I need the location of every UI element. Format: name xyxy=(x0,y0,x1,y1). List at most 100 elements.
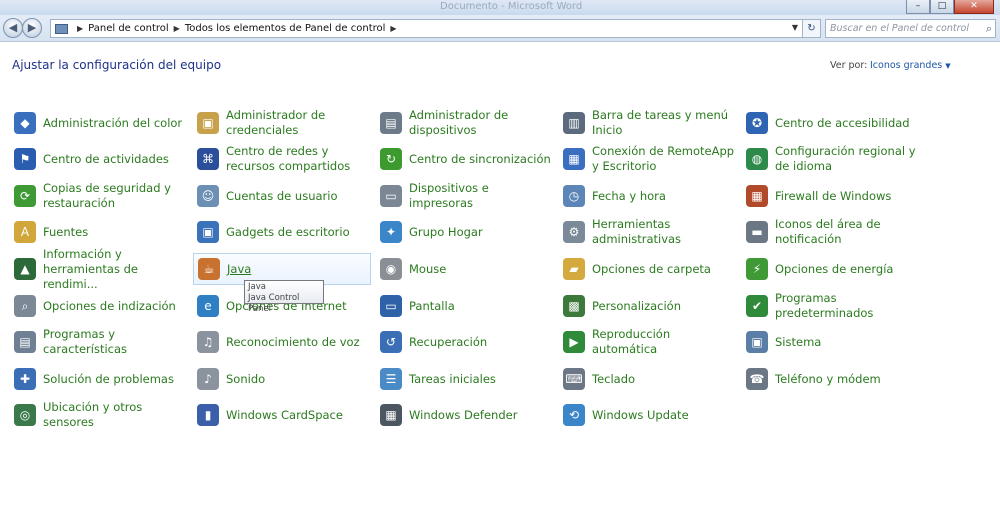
control-panel-item-label: Windows Update xyxy=(592,407,689,422)
control-panel-item-label: Sistema xyxy=(775,334,822,349)
control-panel-item-label: Windows CardSpace xyxy=(226,407,343,422)
breadcrumb-chevron-icon[interactable]: ▶ xyxy=(390,24,396,33)
windows-update-icon: ⟲ xyxy=(563,404,585,426)
cardspace-icon: ▮ xyxy=(197,404,219,426)
clock-icon: ◷ xyxy=(563,185,585,207)
control-panel-item[interactable]: ▦ Conexión de RemoteApp y Escritorio xyxy=(559,143,737,175)
control-panel-icon xyxy=(55,23,68,34)
recovery-icon: ↺ xyxy=(380,331,402,353)
control-panel-item-label: Centro de sincronización xyxy=(409,151,551,166)
notification-area-icon: ▬ xyxy=(746,221,768,243)
control-panel-item[interactable]: ⌨ Teclado xyxy=(559,363,737,395)
color-management-icon: ◆ xyxy=(14,112,36,134)
network-icon: ⌘ xyxy=(197,148,219,170)
control-panel-item[interactable]: ▮ Windows CardSpace xyxy=(193,399,371,431)
java-icon: ☕ xyxy=(198,258,220,280)
control-panel-item[interactable]: A Fuentes xyxy=(10,216,188,248)
control-panel-item[interactable]: ✚ Solución de problemas xyxy=(10,363,188,395)
back-button[interactable]: ◀ xyxy=(3,18,23,38)
control-panel-item[interactable]: ▥ Barra de tareas y menú Inicio xyxy=(559,107,737,139)
control-panel-item[interactable]: ▰ Opciones de carpeta xyxy=(559,253,737,285)
action-center-icon: ⚑ xyxy=(14,148,36,170)
control-panel-item[interactable]: ▲ Información y herramientas de rendimi..… xyxy=(10,247,188,291)
close-button[interactable]: ✕ xyxy=(954,0,994,14)
control-panel-item-label: Administración del color xyxy=(43,115,183,130)
performance-icon: ▲ xyxy=(14,258,36,280)
folder-options-icon: ▰ xyxy=(563,258,585,280)
breadcrumb-chevron-icon[interactable]: ▶ xyxy=(77,24,83,33)
control-panel-item[interactable]: ✔ Programas predeterminados xyxy=(742,290,920,322)
control-panel-item[interactable]: ♪ Sonido xyxy=(193,363,371,395)
control-panel-item[interactable]: ◆ Administración del color xyxy=(10,107,188,139)
control-panel-item[interactable]: ▶ Reproducción automática xyxy=(559,326,737,358)
title-bar[interactable]: Documento - Microsoft Word – □ ✕ xyxy=(0,0,1000,15)
control-panel-item[interactable]: ◷ Fecha y hora xyxy=(559,180,737,212)
control-panel-item-label: Centro de actividades xyxy=(43,151,169,166)
control-panel-item[interactable]: ▭ Pantalla xyxy=(376,290,554,322)
control-panel-item[interactable]: ◎ Ubicación y otros sensores xyxy=(10,399,188,431)
control-panel-item[interactable]: ☎ Teléfono y módem xyxy=(742,363,920,395)
control-panel-item[interactable]: ♫ Reconocimiento de voz xyxy=(193,326,371,358)
forward-button[interactable]: ▶ xyxy=(22,18,42,38)
control-panel-window: Documento - Microsoft Word – □ ✕ ◀ ▶ ▶ P… xyxy=(0,0,1000,531)
breadcrumb-all-items[interactable]: Todos los elementos de Panel de control xyxy=(185,23,386,34)
control-panel-item[interactable]: ▣ Sistema xyxy=(742,326,920,358)
control-panel-item-label: Recuperación xyxy=(409,334,488,349)
minimize-button[interactable]: – xyxy=(906,0,930,14)
control-panel-item[interactable]: ▩ Personalización xyxy=(559,290,737,322)
control-panel-item[interactable]: ✦ Grupo Hogar xyxy=(376,216,554,248)
control-panel-item-label: Administrador de dispositivos xyxy=(409,108,509,137)
troubleshooting-icon: ✚ xyxy=(14,368,36,390)
system-icon: ▣ xyxy=(746,331,768,353)
control-panel-item[interactable]: ▬ Iconos del área de notificación xyxy=(742,216,920,248)
control-panel-item[interactable]: ⚙ Herramientas administrativas xyxy=(559,216,737,248)
maximize-button[interactable]: □ xyxy=(930,0,954,14)
search-icon[interactable]: ⌕ xyxy=(986,22,992,36)
control-panel-item[interactable]: ⌕ Opciones de indización xyxy=(10,290,188,322)
control-panel-item[interactable]: ⌘ Centro de redes y recursos compartidos xyxy=(193,143,371,175)
breadcrumb-chevron-icon[interactable]: ▶ xyxy=(174,24,180,33)
control-panel-item[interactable]: ↻ Centro de sincronización xyxy=(376,143,554,175)
default-programs-icon: ✔ xyxy=(746,295,768,317)
control-panel-item-label: Centro de accesibilidad xyxy=(775,115,910,130)
credentials-icon: ▣ xyxy=(197,112,219,134)
control-panel-item[interactable]: ☺ Cuentas de usuario xyxy=(193,180,371,212)
search-input[interactable]: Buscar en el Panel de control ⌕ xyxy=(825,19,996,38)
control-panel-item[interactable]: ▤ Administrador de dispositivos xyxy=(376,107,554,139)
control-panel-item-label: Mouse xyxy=(409,261,447,276)
control-panel-item[interactable]: ↺ Recuperación xyxy=(376,326,554,358)
control-panel-item[interactable]: ◍ Configuración regional y de idioma xyxy=(742,143,920,175)
control-panel-item[interactable]: ▣ Administrador de credenciales xyxy=(193,107,371,139)
address-bar[interactable]: ▶ Panel de control ▶ Todos los elementos… xyxy=(50,19,803,38)
breadcrumb-control-panel[interactable]: Panel de control xyxy=(88,23,169,34)
control-panel-item[interactable]: ✪ Centro de accesibilidad xyxy=(742,107,920,139)
control-panel-item-label: Opciones de carpeta xyxy=(592,261,711,276)
control-panel-item-label: Reproducción automática xyxy=(592,327,671,356)
backup-icon: ⟳ xyxy=(14,185,36,207)
refresh-button[interactable]: ↻ xyxy=(803,19,821,38)
control-panel-item[interactable]: ▦ Firewall de Windows xyxy=(742,180,920,212)
getting-started-icon: ☰ xyxy=(380,368,402,390)
control-panel-item-label: Opciones de energía xyxy=(775,261,894,276)
control-panel-item[interactable]: ⚡ Opciones de energía xyxy=(742,253,920,285)
control-panel-item[interactable]: ▣ Gadgets de escritorio xyxy=(193,216,371,248)
control-panel-item[interactable]: ☰ Tareas iniciales xyxy=(376,363,554,395)
control-panel-item[interactable]: ⚑ Centro de actividades xyxy=(10,143,188,175)
programs-icon: ▤ xyxy=(14,331,36,353)
control-panel-item[interactable]: ▤ Programas y características xyxy=(10,326,188,358)
view-by-dropdown[interactable]: Iconos grandes ▼ xyxy=(870,60,951,71)
sound-icon: ♪ xyxy=(197,368,219,390)
control-panel-item[interactable]: ▦ Windows Defender xyxy=(376,399,554,431)
control-panel-item[interactable]: ◉ Mouse xyxy=(376,253,554,285)
region-icon: ◍ xyxy=(746,148,768,170)
address-dropdown-icon[interactable]: ▼ xyxy=(792,23,798,32)
control-panel-item[interactable]: ⟲ Windows Update xyxy=(559,399,737,431)
control-panel-item-label: Centro de redes y recursos compartidos xyxy=(226,144,351,173)
control-panel-item[interactable]: ▭ Dispositivos e impresoras xyxy=(376,180,554,212)
taskbar-icon: ▥ xyxy=(563,112,585,134)
microphone-icon: ♫ xyxy=(197,331,219,353)
view-by-value: Iconos grandes xyxy=(870,60,943,71)
internet-options-icon: e xyxy=(197,295,219,317)
indexing-icon: ⌕ xyxy=(14,295,36,317)
control-panel-item[interactable]: ⟳ Copias de seguridad y restauración xyxy=(10,180,188,212)
